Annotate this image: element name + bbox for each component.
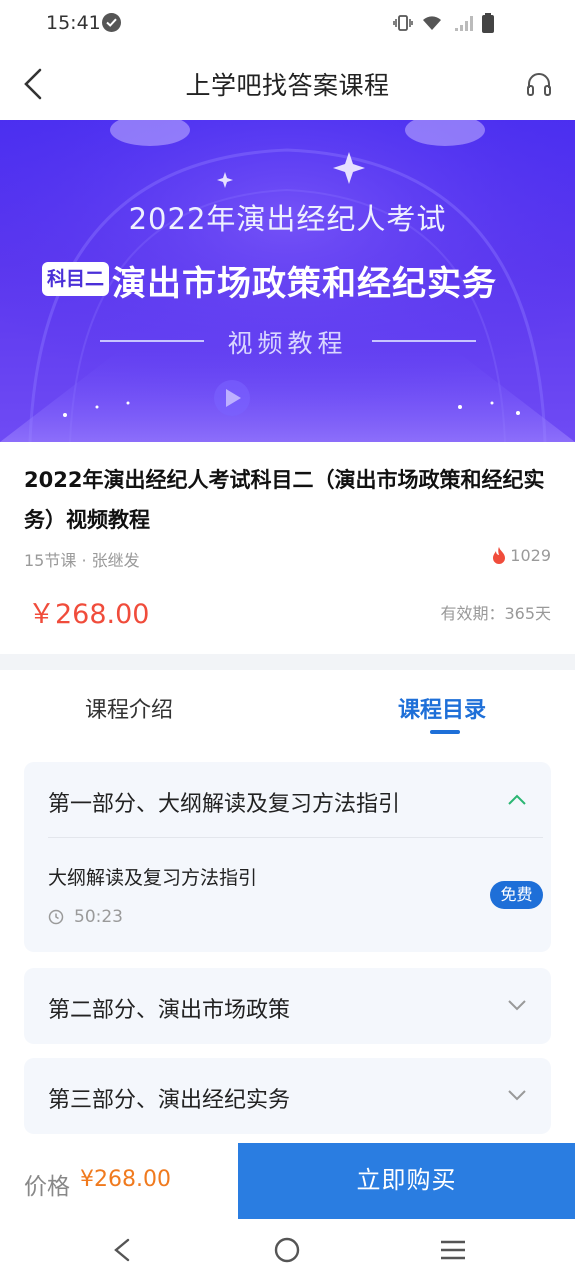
lesson-duration: 50:23 bbox=[48, 907, 123, 927]
chapter-section: 第一部分、大纲解读及复习方法指引 大纲解读及复习方法指引 50:23 免费 bbox=[24, 762, 551, 952]
banner-divider-right bbox=[372, 340, 476, 342]
divider bbox=[48, 837, 543, 838]
signal-icon bbox=[455, 16, 473, 31]
course-price: ￥268.00 bbox=[28, 599, 150, 630]
buy-now-button[interactable]: 立即购买 bbox=[238, 1143, 575, 1219]
view-count: 1029 bbox=[491, 546, 551, 565]
chevron-down-icon[interactable] bbox=[507, 998, 527, 1012]
status-bar: 15:41 bbox=[0, 0, 575, 48]
view-count-value: 1029 bbox=[510, 546, 551, 565]
vibrate-icon bbox=[393, 15, 413, 31]
banner-caption: 视频教程 bbox=[227, 329, 348, 358]
course-tabs: 课程介绍 课程目录 bbox=[0, 670, 575, 742]
fire-icon bbox=[493, 547, 506, 564]
course-banner: 2022年演出经纪人考试 科目二 演出市场政策和经纪实务 视频教程 bbox=[0, 120, 575, 442]
price-label: 价格 bbox=[24, 1174, 70, 1200]
course-validity: 有效期：365天 bbox=[440, 604, 551, 623]
free-badge: 免费 bbox=[490, 881, 543, 909]
chevron-up-icon[interactable] bbox=[507, 792, 527, 806]
purchase-bar: 价格 ¥268.00 立即购买 bbox=[0, 1143, 575, 1219]
headset-icon bbox=[527, 73, 551, 96]
wifi-icon bbox=[423, 16, 441, 30]
bottom-price: ¥268.00 bbox=[80, 1167, 171, 1192]
course-meta: 15节课 · 张继发 bbox=[24, 551, 140, 570]
system-nav-bar bbox=[0, 1219, 575, 1280]
tab-course-intro[interactable]: 课程介绍 bbox=[85, 692, 173, 724]
banner-subject-title: 演出市场政策和经纪实务 bbox=[112, 264, 497, 304]
nav-menu-icon[interactable] bbox=[439, 1237, 467, 1263]
chevron-down-icon[interactable] bbox=[507, 1088, 527, 1102]
banner-subject-tag: 科目二 bbox=[42, 262, 109, 296]
active-tab-indicator bbox=[430, 730, 460, 734]
clock-icon bbox=[48, 909, 64, 925]
battery-icon bbox=[482, 13, 494, 33]
course-title: 2022年演出经纪人考试科目二（演出市场政策和经纪实务）视频教程 bbox=[24, 468, 545, 532]
course-info: 2022年演出经纪人考试科目二（演出市场政策和经纪实务）视频教程 15节课 · … bbox=[0, 442, 575, 654]
nav-back-icon[interactable] bbox=[110, 1237, 134, 1263]
check-circle-icon bbox=[102, 13, 121, 32]
banner-heading: 2022年演出经纪人考试 bbox=[128, 202, 447, 236]
chapter-section[interactable]: 第二部分、演出市场政策 bbox=[24, 968, 551, 1044]
top-nav-bar: 上学吧找答案课程 bbox=[0, 48, 575, 120]
chapter-title[interactable]: 第一部分、大纲解读及复习方法指引 bbox=[48, 786, 400, 818]
chapter-title[interactable]: 第三部分、演出经纪实务 bbox=[48, 1082, 290, 1114]
chapter-section[interactable]: 第三部分、演出经纪实务 bbox=[24, 1058, 551, 1134]
section-gap bbox=[0, 654, 575, 670]
chapter-title[interactable]: 第二部分、演出市场政策 bbox=[48, 992, 290, 1024]
tab-course-catalog[interactable]: 课程目录 bbox=[398, 692, 486, 724]
status-time: 15:41 bbox=[46, 12, 101, 34]
customer-service-button[interactable] bbox=[525, 70, 553, 98]
page-title: 上学吧找答案课程 bbox=[185, 71, 390, 100]
lesson-duration-value: 50:23 bbox=[74, 907, 123, 927]
nav-home-icon[interactable] bbox=[274, 1237, 300, 1263]
lesson-title[interactable]: 大纲解读及复习方法指引 bbox=[48, 863, 257, 890]
